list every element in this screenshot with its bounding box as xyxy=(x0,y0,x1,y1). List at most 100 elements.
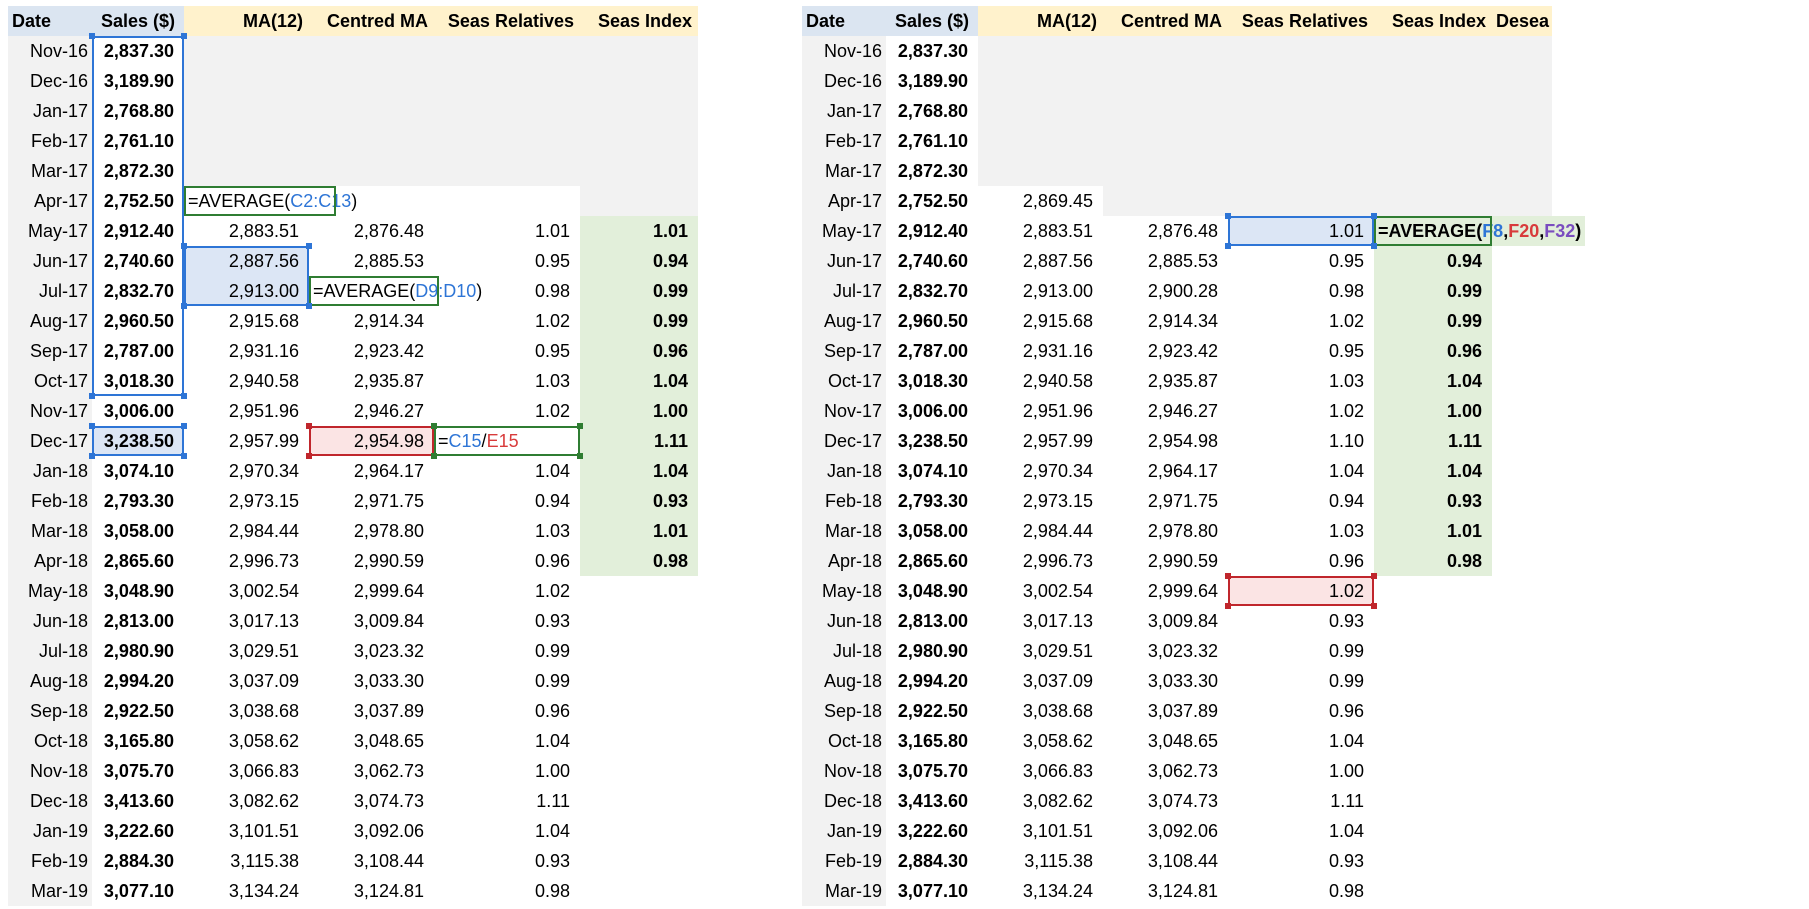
centred-ma-cell[interactable]: 3,033.30 xyxy=(1103,666,1228,696)
seas-relatives-cell[interactable]: 0.95 xyxy=(434,246,580,276)
sales-cell[interactable]: 3,006.00 xyxy=(92,396,184,426)
sales-cell[interactable]: 2,740.60 xyxy=(92,246,184,276)
date-cell[interactable]: Apr-18 xyxy=(8,546,92,576)
seas-relatives-cell[interactable] xyxy=(434,66,580,96)
seas-index-cell[interactable] xyxy=(580,846,698,876)
centred-ma-cell[interactable] xyxy=(1103,126,1228,156)
seas-relatives-cell[interactable]: =C15/E15 xyxy=(434,426,580,456)
seas-index-cell[interactable] xyxy=(580,816,698,846)
seas-relatives-cell[interactable] xyxy=(1228,66,1374,96)
sales-cell[interactable]: 3,077.10 xyxy=(886,876,978,906)
date-cell[interactable]: Jan-19 xyxy=(8,816,92,846)
seas-relatives-cell[interactable]: 0.99 xyxy=(1228,666,1374,696)
date-cell[interactable]: Mar-17 xyxy=(802,156,886,186)
seas-index-cell[interactable] xyxy=(580,576,698,606)
seas-index-cell[interactable] xyxy=(580,36,698,66)
centred-ma-cell[interactable]: 2,964.17 xyxy=(1103,456,1228,486)
seas-index-cell[interactable]: 0.96 xyxy=(580,336,698,366)
seas-relatives-cell[interactable]: 0.98 xyxy=(434,876,580,906)
centred-ma-cell[interactable]: 2,954.98 xyxy=(1103,426,1228,456)
sales-cell[interactable]: 3,413.60 xyxy=(886,786,978,816)
sales-cell[interactable]: 2,865.60 xyxy=(886,546,978,576)
sales-cell[interactable]: 2,922.50 xyxy=(886,696,978,726)
date-cell[interactable]: Sep-17 xyxy=(8,336,92,366)
selection-handle[interactable] xyxy=(306,303,312,309)
centred-ma-cell[interactable] xyxy=(309,96,434,126)
seas-index-cell[interactable] xyxy=(1374,36,1492,66)
seas-relatives-cell[interactable]: 0.95 xyxy=(1228,246,1374,276)
seas-relatives-cell[interactable]: 1.03 xyxy=(1228,516,1374,546)
centred-ma-cell[interactable]: 2,923.42 xyxy=(309,336,434,366)
seas-index-cell[interactable]: 0.94 xyxy=(580,246,698,276)
header-ma12[interactable]: MA(12) xyxy=(978,6,1103,36)
sales-cell[interactable]: 2,787.00 xyxy=(886,336,978,366)
centred-ma-cell[interactable]: 2,885.53 xyxy=(309,246,434,276)
date-cell[interactable]: Dec-17 xyxy=(8,426,92,456)
seas-relatives-cell[interactable]: 0.95 xyxy=(434,336,580,366)
date-cell[interactable]: Feb-19 xyxy=(802,846,886,876)
centred-ma-cell[interactable]: 3,048.65 xyxy=(309,726,434,756)
centred-ma-cell[interactable]: 2,935.87 xyxy=(1103,366,1228,396)
seas-relatives-cell[interactable]: 1.02 xyxy=(1228,576,1374,606)
date-cell[interactable]: May-18 xyxy=(802,576,886,606)
seas-relatives-cell[interactable]: 0.98 xyxy=(1228,876,1374,906)
seas-relatives-cell[interactable]: 1.00 xyxy=(1228,756,1374,786)
sales-cell[interactable]: 3,165.80 xyxy=(886,726,978,756)
ma12-cell[interactable]: =AVERAGE(C2:C13) xyxy=(184,186,362,216)
date-cell[interactable]: Feb-17 xyxy=(8,126,92,156)
sales-cell[interactable]: 2,980.90 xyxy=(886,636,978,666)
seas-relatives-cell[interactable]: 1.04 xyxy=(1228,456,1374,486)
ma12-cell[interactable]: 2,984.44 xyxy=(978,516,1103,546)
seas-index-cell[interactable]: 1.04 xyxy=(1374,456,1492,486)
date-cell[interactable]: Jun-18 xyxy=(802,606,886,636)
ma12-cell[interactable]: 3,037.09 xyxy=(184,666,309,696)
date-cell[interactable]: Dec-16 xyxy=(802,66,886,96)
date-cell[interactable]: Feb-19 xyxy=(8,846,92,876)
seas-relatives-cell[interactable]: 1.01 xyxy=(1228,216,1374,246)
seas-index-cell[interactable]: 0.99 xyxy=(1374,276,1492,306)
seas-relatives-cell[interactable]: 0.96 xyxy=(434,546,580,576)
sales-cell[interactable]: 2,912.40 xyxy=(92,216,184,246)
ma12-cell[interactable]: 2,883.51 xyxy=(978,216,1103,246)
centred-ma-cell[interactable]: 2,923.42 xyxy=(1103,336,1228,366)
centred-ma-cell[interactable]: 2,990.59 xyxy=(1103,546,1228,576)
sales-cell[interactable]: 2,813.00 xyxy=(886,606,978,636)
ma12-cell[interactable]: 3,101.51 xyxy=(184,816,309,846)
seas-index-cell[interactable] xyxy=(580,786,698,816)
centred-ma-cell[interactable]: 2,946.27 xyxy=(309,396,434,426)
seas-relatives-cell[interactable]: 0.93 xyxy=(1228,606,1374,636)
ma12-cell[interactable] xyxy=(184,36,309,66)
centred-ma-cell[interactable]: 2,964.17 xyxy=(309,456,434,486)
date-cell[interactable]: May-17 xyxy=(8,216,92,246)
centred-ma-cell[interactable]: 2,876.48 xyxy=(309,216,434,246)
ma12-cell[interactable]: 2,915.68 xyxy=(978,306,1103,336)
centred-ma-cell[interactable] xyxy=(309,36,434,66)
seas-relatives-cell[interactable] xyxy=(434,126,580,156)
ma12-cell[interactable]: 3,115.38 xyxy=(184,846,309,876)
ma12-cell[interactable]: 3,037.09 xyxy=(978,666,1103,696)
ma12-cell[interactable]: 2,913.00 xyxy=(978,276,1103,306)
date-cell[interactable]: Aug-17 xyxy=(802,306,886,336)
deseasonalised-cell[interactable] xyxy=(1492,426,1552,456)
header-seas-index[interactable]: Seas Index xyxy=(580,6,698,36)
deseasonalised-cell[interactable] xyxy=(1492,186,1552,216)
centred-ma-cell[interactable]: 2,885.53 xyxy=(1103,246,1228,276)
sales-cell[interactable]: 3,077.10 xyxy=(92,876,184,906)
seas-index-cell[interactable]: 1.04 xyxy=(1374,366,1492,396)
deseasonalised-cell[interactable] xyxy=(1492,606,1552,636)
selection-handle[interactable] xyxy=(1371,603,1377,609)
seas-index-cell[interactable] xyxy=(580,66,698,96)
sales-cell[interactable]: 3,018.30 xyxy=(92,366,184,396)
date-cell[interactable]: Jan-17 xyxy=(8,96,92,126)
deseasonalised-cell[interactable] xyxy=(1492,36,1552,66)
deseasonalised-cell[interactable] xyxy=(1492,336,1552,366)
ma12-cell[interactable] xyxy=(978,36,1103,66)
seas-relatives-cell[interactable]: 0.94 xyxy=(1228,486,1374,516)
date-cell[interactable]: May-18 xyxy=(8,576,92,606)
date-cell[interactable]: Mar-19 xyxy=(802,876,886,906)
sales-cell[interactable]: 2,865.60 xyxy=(92,546,184,576)
seas-relatives-cell[interactable]: 1.02 xyxy=(434,396,580,426)
ma12-cell[interactable]: 3,058.62 xyxy=(184,726,309,756)
header-sales[interactable]: Sales ($) xyxy=(886,6,978,36)
seas-index-cell[interactable] xyxy=(580,156,698,186)
